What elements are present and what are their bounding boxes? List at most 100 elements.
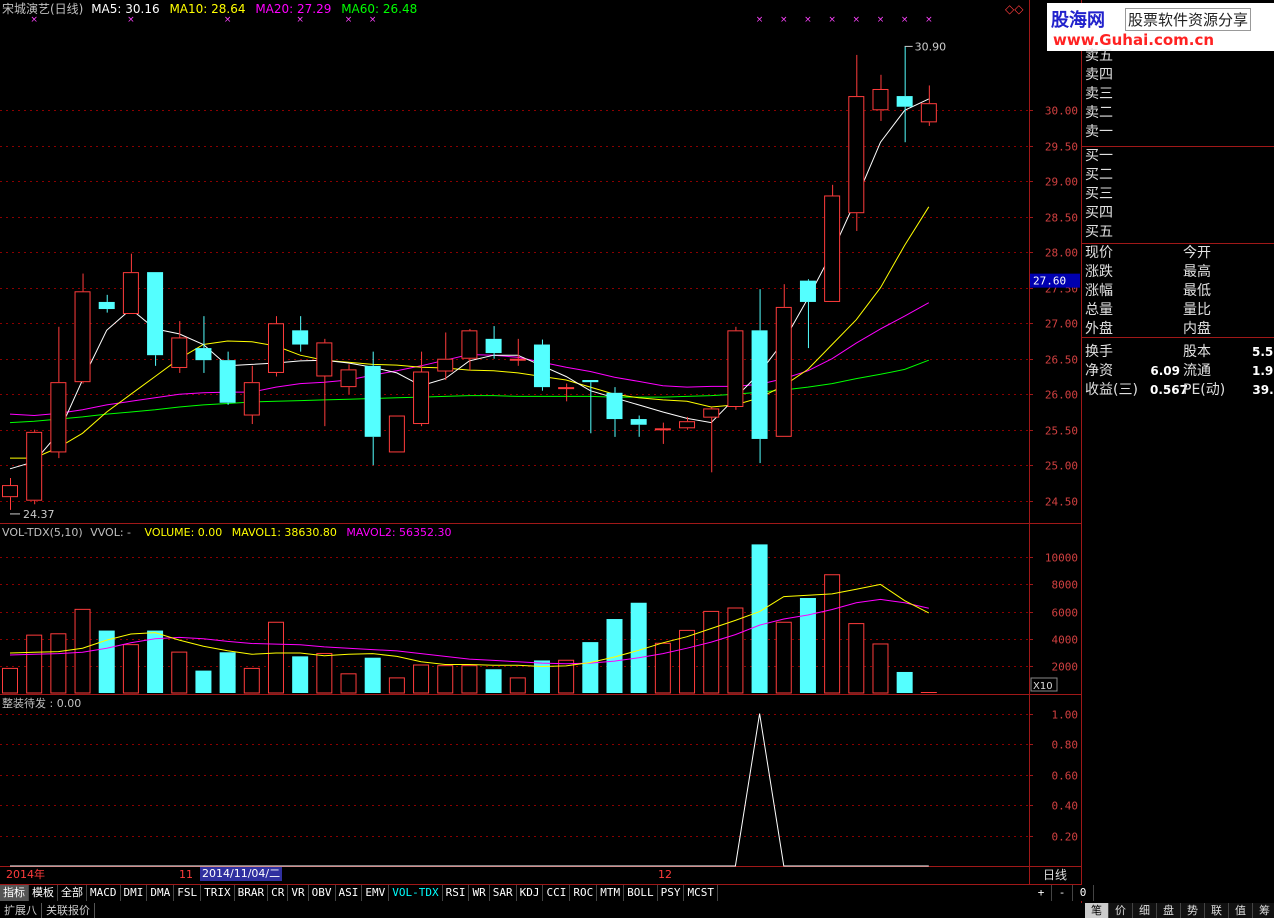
- right-tab[interactable]: 值: [1229, 903, 1253, 918]
- signal-mark: ×: [828, 15, 836, 25]
- right-tab[interactable]: 筹: [1253, 903, 1274, 918]
- ma60-value: MA60: 26.48: [341, 2, 418, 16]
- signal-mark: ×: [853, 15, 861, 25]
- right-tab[interactable]: 势: [1181, 903, 1205, 918]
- candle-body: [509, 358, 526, 361]
- candle: [824, 184, 841, 302]
- quote-cell: 买五: [1085, 224, 1113, 240]
- indicator-tab-rsi[interactable]: RSI: [442, 885, 470, 901]
- indicator-tab-指标[interactable]: 指标: [0, 885, 29, 901]
- indicator-tab-fsl[interactable]: FSL: [174, 885, 202, 901]
- quote-cell: 流通: [1183, 363, 1211, 379]
- candle-body: [292, 330, 309, 345]
- zoom-button[interactable]: +: [1031, 885, 1052, 901]
- indicator-tab-cci[interactable]: CCI: [543, 885, 571, 901]
- candle-body: [413, 371, 430, 425]
- indicator-tab-cr[interactable]: CR: [268, 885, 289, 901]
- indicator-tab-dma[interactable]: DMA: [147, 885, 175, 901]
- quote-buy-level: 买二: [1085, 166, 1274, 185]
- right-tab[interactable]: 联: [1205, 903, 1229, 918]
- quote-cell: 股本: [1183, 344, 1211, 360]
- candle-body: [799, 280, 816, 302]
- right-tab[interactable]: 笔: [1085, 903, 1109, 918]
- indicator-tab-mcst[interactable]: MCST: [684, 885, 718, 901]
- candle: [533, 339, 550, 391]
- right-tab[interactable]: 盘: [1157, 903, 1181, 918]
- bottom-tab[interactable]: 关联报价: [42, 903, 95, 918]
- quote-cell: 买四: [1085, 205, 1113, 221]
- guhai-logo: 股海网 股票软件资源分享 www.Guhai.com.cn: [1047, 3, 1274, 51]
- indicator-tab-kdj[interactable]: KDJ: [516, 885, 544, 901]
- indicator-tab-mtm[interactable]: MTM: [597, 885, 625, 901]
- indicator-tab-brar[interactable]: BRAR: [234, 885, 269, 901]
- signal-mark: ×: [804, 15, 812, 25]
- quote-row: 涨幅 最低: [1085, 282, 1274, 301]
- candle-body: [679, 421, 696, 429]
- signal-axis-label: 0.80: [1052, 739, 1079, 752]
- signal-mark: ×: [30, 15, 38, 25]
- volume-bar: [122, 644, 139, 694]
- right-tab[interactable]: 价: [1109, 903, 1133, 918]
- volume-bar: [2, 667, 18, 694]
- indicator-tab-boll[interactable]: BOLL: [624, 885, 658, 901]
- volume-bar: [437, 665, 454, 694]
- quote-cell: 卖三: [1085, 86, 1113, 102]
- candle: [727, 326, 744, 410]
- stock-name: 宋城演艺(日线): [2, 2, 84, 16]
- candle-body: [50, 382, 67, 453]
- indicator-tab-obv[interactable]: OBV: [308, 885, 336, 901]
- indicator-tab-dmi[interactable]: DMI: [120, 885, 148, 901]
- volume-axis-label: 2000: [1052, 661, 1079, 674]
- quote-cell: 买三: [1085, 186, 1113, 202]
- period-label[interactable]: 日线: [1043, 868, 1067, 882]
- right-tab[interactable]: 细: [1133, 903, 1157, 918]
- quote-cell: 量比: [1183, 302, 1211, 318]
- indicator-tab-vr[interactable]: VR: [288, 885, 309, 901]
- kline-chart[interactable]: 30.0029.5029.0028.5028.0027.5027.0026.50…: [0, 0, 1274, 918]
- quote-row: 换手 股本 5.58亿: [1085, 343, 1274, 362]
- x-label-dec: 12: [658, 868, 672, 881]
- volume-bar: [775, 621, 792, 694]
- quote-row: 外盘 内盘: [1085, 320, 1274, 339]
- volume-bar: [485, 669, 502, 693]
- x-label-year: 2014年: [6, 868, 45, 881]
- quote-cell: 最低: [1183, 283, 1211, 299]
- quote-sell-level: 卖二: [1085, 104, 1274, 123]
- indicator-tab-全部[interactable]: 全部: [58, 885, 87, 901]
- quote-cell: 总量: [1085, 302, 1113, 318]
- quote-cell: 1.96亿: [1252, 364, 1274, 378]
- bottom-tab[interactable]: 扩展八: [0, 903, 42, 918]
- diamond-icon[interactable]: ◇◇: [1005, 2, 1023, 16]
- price-axis-label: 29.50: [1045, 141, 1078, 154]
- zoom-button[interactable]: 0: [1073, 885, 1094, 901]
- volume-bar: [50, 633, 67, 694]
- indicator-tab-vol-tdx[interactable]: VOL-TDX: [389, 885, 443, 901]
- candle-body: [437, 358, 454, 372]
- indicator-tab-asi[interactable]: ASI: [335, 885, 363, 901]
- volume-bar: [388, 677, 405, 694]
- quote-cell: 内盘: [1183, 321, 1211, 337]
- quote-cell: 39.8: [1252, 383, 1274, 397]
- volume-bar: [751, 544, 768, 693]
- signal-axis-label: 0.20: [1052, 831, 1079, 844]
- quote-row: 净资 6.09流通 1.96亿: [1085, 362, 1274, 381]
- indicator-tab-sar[interactable]: SAR: [489, 885, 517, 901]
- volume-bar: [630, 602, 647, 693]
- candle-body: [98, 301, 115, 310]
- indicator-tab-roc[interactable]: ROC: [570, 885, 598, 901]
- zoom-button[interactable]: -: [1052, 885, 1073, 901]
- indicator-tab-wr[interactable]: WR: [469, 885, 490, 901]
- ma5-value: MA5: 30.16: [91, 2, 160, 16]
- quote-cell: PE(动): [1183, 382, 1226, 398]
- indicator-tab-模板[interactable]: 模板: [29, 885, 58, 901]
- volume-value: VOLUME: 0.00: [144, 526, 223, 539]
- volume-bar: [171, 651, 188, 694]
- indicator-tab-psy[interactable]: PSY: [657, 885, 685, 901]
- indicator-tab-emv[interactable]: EMV: [362, 885, 390, 901]
- indicator-tabs: 指标 模板 全部 MACD DMI DMA FSL TRIX BRAR CR VR OBV ASI EMV…: [0, 885, 718, 902]
- indicator-tab-trix[interactable]: TRIX: [201, 885, 235, 901]
- price-axis-label: 26.50: [1045, 354, 1078, 367]
- indicator-tab-macd[interactable]: MACD: [87, 885, 121, 901]
- quote-sell-level: 卖四: [1085, 66, 1274, 85]
- price-axis-label: 28.00: [1045, 247, 1078, 260]
